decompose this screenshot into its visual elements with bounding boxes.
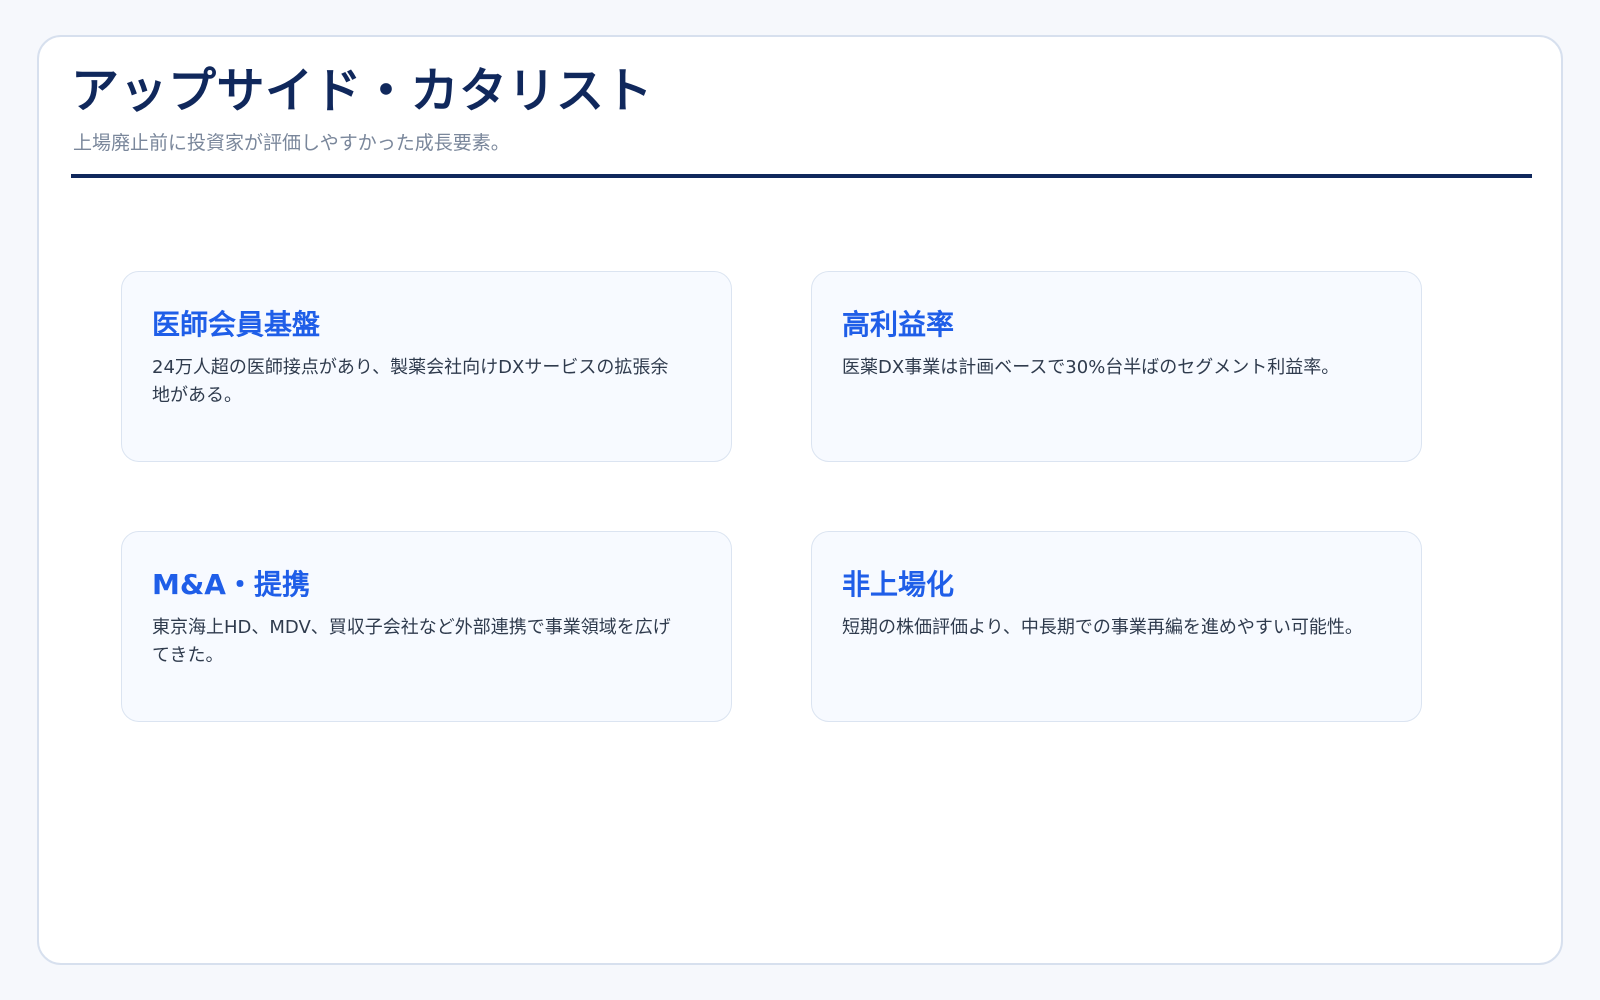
card-title-high-margin: 高利益率 (842, 308, 955, 341)
card-title-mna-partnership: M&A・提携 (152, 568, 310, 601)
page-title: アップサイド・カタリスト (71, 63, 654, 119)
card-text-doctor-base: 24万人超の医師接点があり、製薬会社向けDXサービスの拡張余地がある。 (152, 357, 669, 406)
catalyst-card-mna-partnership: M&A・提携 東京海上HD、MDV、買収子会社など外部連携で事業領域を広げてきた… (121, 531, 732, 722)
card-text-high-margin: 医薬DX事業は計画ベースで30%台半ばのセグメント利益率。 (842, 357, 1340, 378)
page-subtitle: 上場廃止前に投資家が評価しやすかった成長要素。 (73, 132, 510, 154)
catalyst-card-doctor-base: 医師会員基盤 24万人超の医師接点があり、製薬会社向けDXサービスの拡張余地があ… (121, 271, 732, 462)
title-divider (71, 174, 1532, 178)
card-title-going-private: 非上場化 (842, 568, 955, 601)
catalyst-card-going-private: 非上場化 短期の株価評価より、中長期での事業再編を進めやすい可能性。 (811, 531, 1422, 722)
catalyst-card-high-margin: 高利益率 医薬DX事業は計画ベースで30%台半ばのセグメント利益率。 (811, 271, 1422, 462)
card-text-going-private: 短期の株価評価より、中長期での事業再編を進めやすい可能性。 (842, 617, 1363, 638)
card-title-doctor-base: 医師会員基盤 (152, 308, 321, 341)
card-text-mna-partnership: 東京海上HD、MDV、買収子会社など外部連携で事業領域を広げてきた。 (152, 617, 671, 666)
slide-panel: アップサイド・カタリスト 上場廃止前に投資家が評価しやすかった成長要素。 医師会… (37, 35, 1563, 965)
